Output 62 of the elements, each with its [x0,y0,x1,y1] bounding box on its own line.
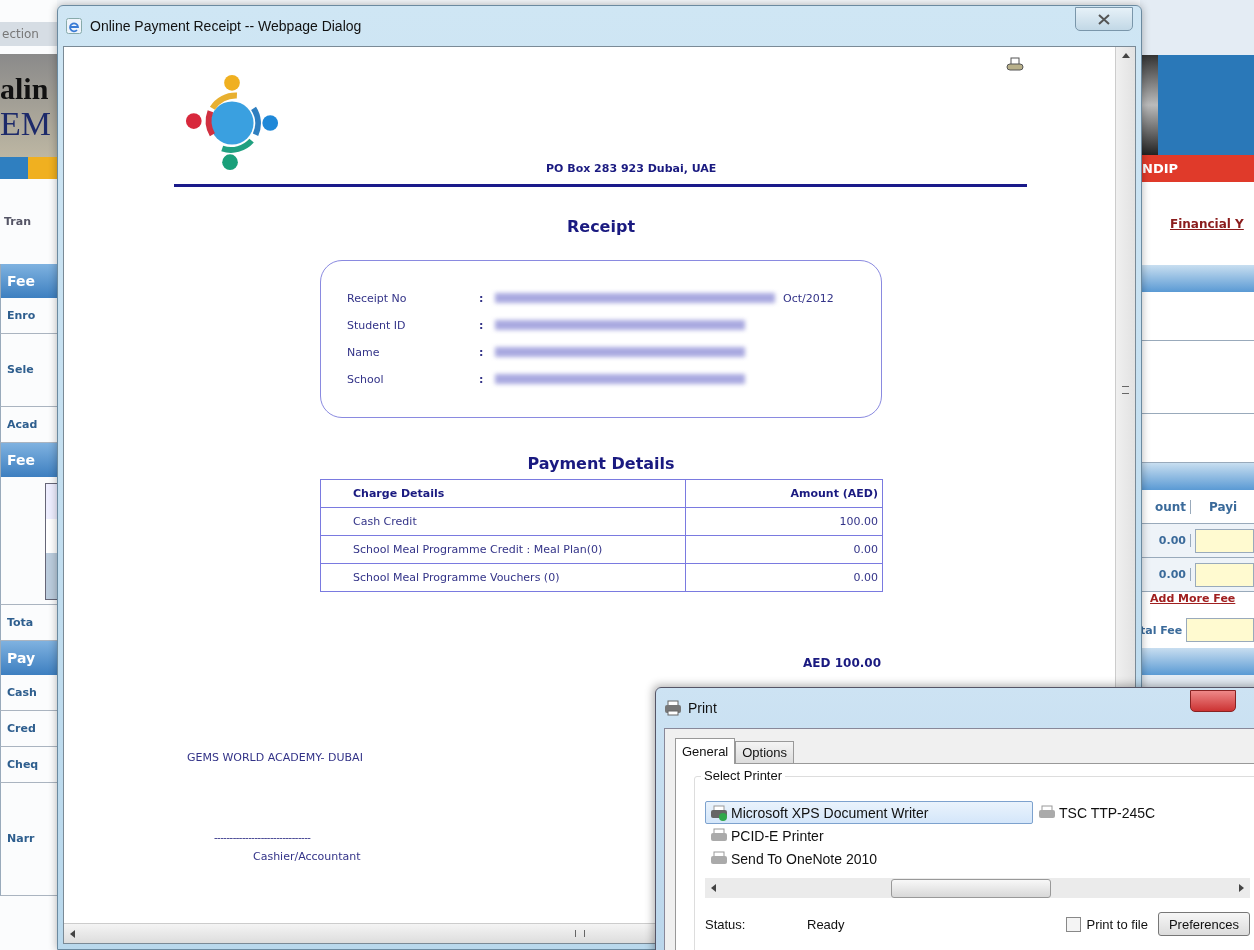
school-name: GEMS WORLD ACADEMY- DUBAI [187,751,363,764]
tab[interactable]: Options [735,741,795,763]
field-label: School [347,372,385,386]
column-header: Charge Details [320,479,686,508]
browser-icon [66,18,82,34]
school-address: PO Box 283 923 Dubai, UAE [546,162,717,175]
scroll-up-icon[interactable] [1121,53,1130,58]
column-header: Payi [1208,499,1238,514]
window-title: Print [688,700,717,716]
receipt-date: Oct/2012 [783,291,834,305]
tab[interactable]: General [675,738,736,764]
receipt-title: Receipt [565,217,637,236]
checkbox[interactable] [1066,916,1082,932]
banner-logo-text: EM [0,106,52,142]
section-header: Fee [0,264,57,298]
close-button[interactable] [1190,690,1236,712]
field-label: Receipt No [347,291,408,305]
table-cell: School Meal Programme Vouchers (0) [320,563,686,592]
table-cell: 100.00 [685,507,883,536]
total-amount: AED 100.00 [803,656,881,670]
table-cell: 0.00 [685,535,883,564]
input-field[interactable] [1195,562,1254,587]
horizontal-scrollbar[interactable] [705,878,1250,898]
scroll-left-icon[interactable] [70,929,75,938]
scroll-left-icon[interactable] [711,884,716,892]
printer-item[interactable]: TSC TTP-245C [1033,801,1250,824]
preferences-button[interactable]: Preferences [1157,912,1250,936]
status-label: Status: [705,916,747,932]
table-cell: Cash Credit [320,507,686,536]
section-title: Payment Details [526,454,676,473]
banner-logo-text: alin [0,72,50,106]
printer-item[interactable]: Send To OneNote 2010 [705,847,1033,870]
status-value: Ready [807,916,845,932]
signatory-label: Cashier/Accountant [253,850,361,863]
section-header: Pay [0,641,57,675]
colon-separator: : [479,318,485,332]
printer-item[interactable]: PCID-E Printer [705,824,1033,847]
section-header: Fee [0,443,57,477]
printer-item[interactable]: Microsoft XPS Document Writer [705,801,1033,824]
close-icon [1098,13,1110,25]
checkbox-label[interactable]: Print to file [1086,916,1148,932]
group-title: Select Printer [701,768,786,783]
printer-icon[interactable] [1006,57,1024,73]
printer-icon [664,700,682,716]
user-name-bar: NDIP [1140,155,1254,182]
field-label: Name [347,345,381,359]
window-title: Online Payment Receipt -- Webpage Dialog [90,18,362,34]
close-button[interactable] [1075,7,1133,31]
scroll-right-icon[interactable] [1239,884,1244,892]
input-field[interactable] [1186,618,1254,642]
table-cell: School Meal Programme Credit : Meal Plan(0) [320,535,686,564]
color-stripe-drawing [0,157,57,179]
financial-year-link[interactable]: Financial Y [1170,216,1244,231]
signature-line: ------------------------------- [214,832,311,843]
field-label: Student ID [347,318,407,332]
colon-separator: : [479,372,485,386]
column-header: Amount (AED) [685,479,883,508]
table-cell: 0.00 [685,563,883,592]
colon-separator: : [479,345,485,359]
input-field[interactable] [1195,528,1254,553]
colon-separator: : [479,291,485,305]
nav-link[interactable]: Tran [4,215,31,228]
